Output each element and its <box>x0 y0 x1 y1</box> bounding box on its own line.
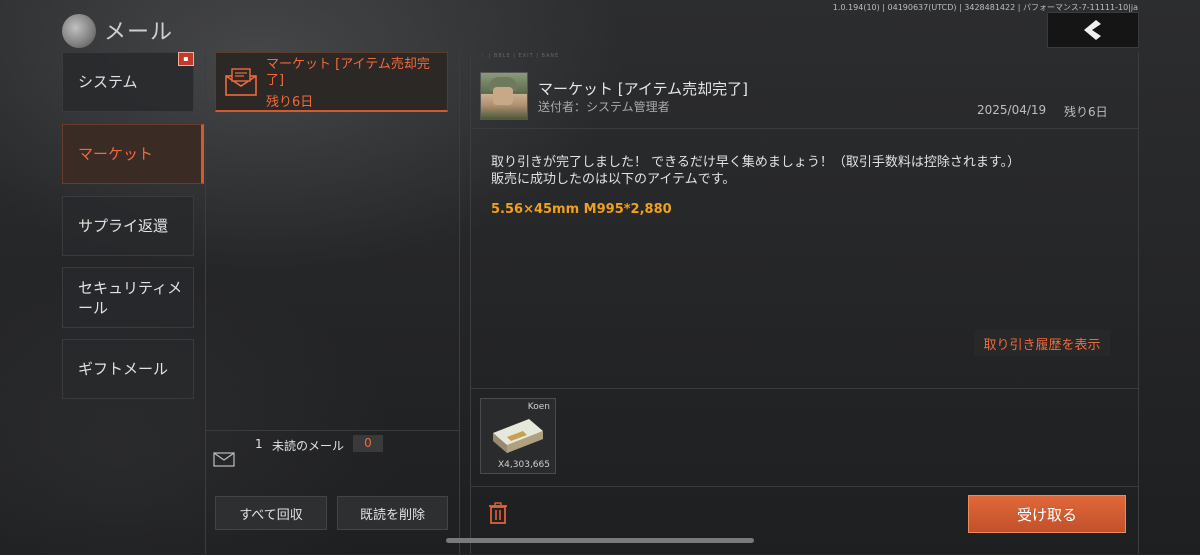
category-label: マーケット <box>78 145 154 163</box>
detail-subject: マーケット [アイテム売却完了] <box>538 80 748 98</box>
globe-icon <box>62 14 96 48</box>
envelope-icon <box>213 452 235 467</box>
back-button[interactable] <box>1047 12 1139 48</box>
attachment-name: Koen <box>527 402 550 412</box>
envelope-icon <box>225 68 257 96</box>
collect-all-button[interactable]: すべて回収 <box>215 496 327 530</box>
category-label: サプライ返還 <box>78 217 169 235</box>
mail-list-item[interactable]: マーケット [アイテム売却完了] 残り6日 <box>215 52 448 112</box>
category-market[interactable]: マーケット <box>62 124 204 184</box>
attachment-card[interactable]: Koen X4,303,665 <box>480 398 556 474</box>
unread-summary: 1 未読のメール 0 <box>205 430 459 486</box>
home-indicator <box>446 538 754 543</box>
mail-body-line: 販売に成功したのは以下のアイテムです。 <box>491 172 736 187</box>
divider <box>1138 52 1139 554</box>
detail-remaining: 残り6日 <box>1064 105 1108 119</box>
attachment-quantity: X4,303,665 <box>498 460 550 470</box>
detail-tag-strip: ⋮ | BBLE | EXIT | BANE <box>480 53 560 59</box>
divider <box>459 52 460 554</box>
category-supply-return[interactable]: サプライ返還 <box>62 196 194 256</box>
money-stack-icon <box>493 419 543 453</box>
sender-avatar <box>480 72 528 120</box>
unread-count: 1 <box>255 437 263 451</box>
mail-subject: マーケット [アイテム売却完了] <box>266 57 430 88</box>
category-label: ギフトメール <box>78 360 169 378</box>
gift-icon: ▪ <box>178 52 194 66</box>
trash-icon <box>489 502 507 524</box>
mail-remaining: 残り6日 <box>266 95 314 110</box>
delete-read-button[interactable]: 既読を削除 <box>337 496 448 530</box>
receive-button[interactable]: 受け取る <box>968 495 1126 533</box>
category-system[interactable]: システム <box>62 52 194 112</box>
category-security-mail[interactable]: セキュリティメール <box>62 267 194 328</box>
trade-history-button[interactable]: 取り引き履歴を表示 <box>974 330 1110 356</box>
unread-label: 未読のメール <box>272 439 345 453</box>
sold-item-line: 5.56×45mm M995*2,880 <box>491 202 672 217</box>
detail-sender: 送付者：システム管理者 <box>538 100 670 114</box>
unread-badge: 0 <box>353 435 383 452</box>
page-title: メール <box>104 20 174 45</box>
detail-date: 2025/04/19 <box>977 103 1047 117</box>
divider <box>470 388 1138 389</box>
category-gift-mail[interactable]: ギフトメール <box>62 339 194 399</box>
delete-mail-button[interactable] <box>481 496 515 530</box>
category-label: システム <box>78 73 138 91</box>
category-label: セキュリティメール <box>78 278 183 317</box>
chevron-left-icon <box>1084 20 1101 40</box>
top-bar: メール 1.0.194(10) | 04190637(UTCD) | 34284… <box>0 0 1200 50</box>
